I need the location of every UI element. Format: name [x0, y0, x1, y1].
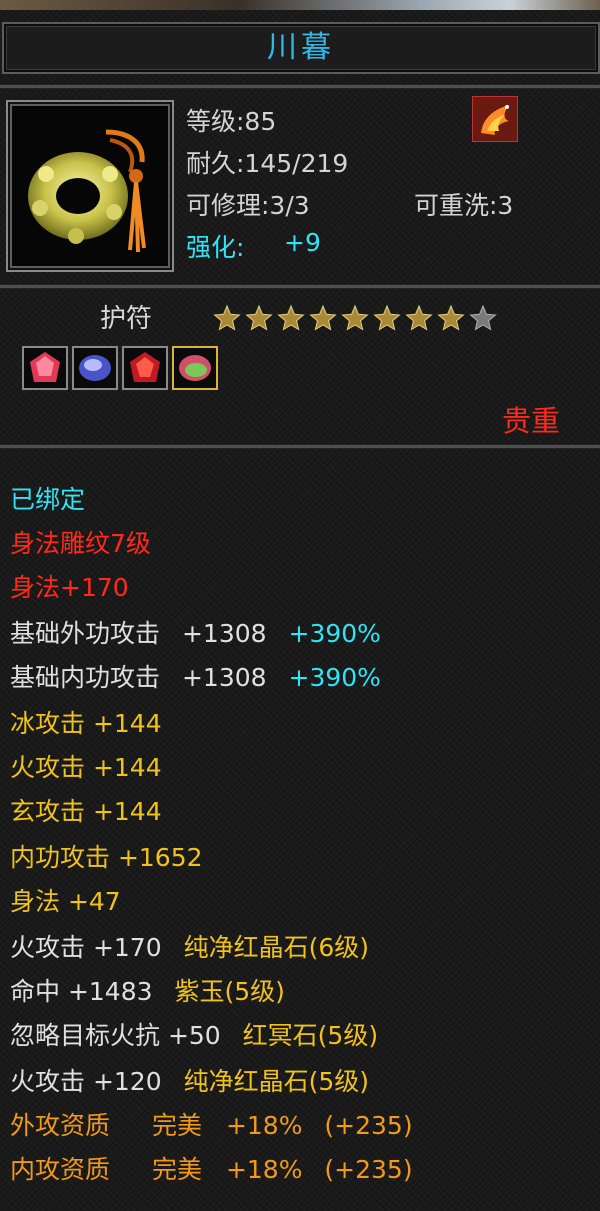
internal-quality-row: 内攻资质 完美 +18% (+235): [10, 1150, 413, 1186]
enhance-label: 强化:: [186, 233, 245, 262]
divider: [0, 84, 600, 89]
red-gem-icon: [22, 346, 68, 390]
quality-value: +18%: [225, 1155, 303, 1184]
item-tooltip: 川暮 等级:85 耐久:145/219 可修理:3/3 可重洗:3 强化: +9…: [0, 0, 600, 1211]
star-filled-icon: [277, 304, 305, 331]
gem-stat: 忽略目标火抗 +50: [10, 1021, 221, 1050]
star-filled-icon: [309, 304, 337, 331]
agility: 身法 +47: [10, 887, 121, 916]
star-filled-icon: [437, 304, 465, 331]
star-filled-icon: [213, 304, 241, 331]
quality-grade: 完美: [151, 1111, 202, 1140]
stat-label: 基础内功攻击: [10, 663, 161, 692]
gem-stat-row: 命中 +1483 紫玉(5级): [10, 972, 285, 1008]
xuan-attack: 玄攻击 +144: [10, 797, 162, 826]
star-filled-icon: [405, 304, 433, 331]
durability-stat: 耐久:145/219: [186, 149, 349, 178]
bound-status: 已绑定: [10, 485, 86, 514]
ice-attack: 冰攻击 +144: [10, 709, 162, 738]
jade-ring-amulet-icon: [28, 129, 146, 253]
background-strip: [0, 0, 600, 10]
level-stat: 等级:85: [186, 107, 277, 136]
gem-name: 纯净红晶石(5级): [183, 1067, 369, 1096]
gem-name: 紫玉(5级): [174, 977, 285, 1006]
carving-bonus: 身法+170: [10, 573, 129, 602]
base-external-attack-row: 基础外功攻击 +1308 +390%: [10, 614, 381, 650]
internal-attack: 内功攻击 +1652: [10, 843, 203, 872]
carving-level: 身法雕纹7级: [10, 529, 151, 558]
divider: [0, 444, 600, 449]
star-filled-icon: [373, 304, 401, 331]
gem-name: 红冥石(5级): [242, 1021, 379, 1050]
star-filled-icon: [245, 304, 273, 331]
quality-label: 内攻资质: [10, 1155, 111, 1184]
stat-percent: +390%: [288, 619, 381, 648]
quality-label: 外攻资质: [10, 1111, 111, 1140]
star-rating: [212, 302, 502, 340]
gem-stat: 命中 +1483: [10, 977, 153, 1006]
gem-stat: 火攻击 +170: [10, 933, 162, 962]
green-gem-icon: [172, 346, 218, 390]
star-filled-icon: [341, 304, 369, 331]
quality-bonus: (+235): [324, 1155, 413, 1184]
star-empty-icon: [469, 304, 497, 331]
blue-gem-icon: [72, 346, 118, 390]
stat-label: 基础外功攻击: [10, 619, 161, 648]
gem-stat: 火攻击 +120: [10, 1067, 162, 1096]
title-bar: 川暮: [2, 22, 600, 74]
quality-grade: 完美: [151, 1155, 202, 1184]
stat-value: +1308: [181, 663, 267, 692]
external-quality-row: 外攻资质 完美 +18% (+235): [10, 1106, 413, 1142]
repairable-stat: 可修理:3/3: [186, 191, 310, 220]
enhance-value: +9: [284, 228, 321, 257]
quality-value: +18%: [225, 1111, 303, 1140]
rarity-label: 贵重: [502, 404, 561, 438]
gem-stat-row: 火攻击 +170 纯净红晶石(6级): [10, 928, 369, 964]
rewash-stat: 可重洗:3: [414, 191, 514, 220]
item-icon-frame: [6, 100, 174, 272]
quality-bonus: (+235): [324, 1111, 413, 1140]
base-internal-attack-row: 基础内功攻击 +1308 +390%: [10, 658, 381, 694]
red-gem-icon: [122, 346, 168, 390]
divider: [0, 284, 600, 289]
stat-value: +1308: [181, 619, 267, 648]
stat-percent: +390%: [288, 663, 381, 692]
gem-stat-row: 火攻击 +120 纯净红晶石(5级): [10, 1062, 369, 1098]
fire-attack: 火攻击 +144: [10, 753, 162, 782]
gem-stat-row: 忽略目标火抗 +50 红冥石(5级): [10, 1016, 378, 1052]
item-name: 川暮: [267, 30, 335, 65]
item-type-label: 护符: [100, 304, 153, 334]
gem-name: 纯净红晶石(6级): [183, 933, 369, 962]
fire-bird-badge-icon: [472, 96, 518, 142]
